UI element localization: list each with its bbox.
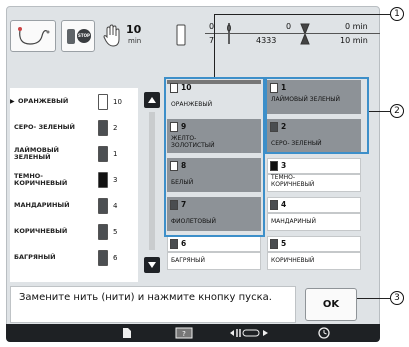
spool-icon bbox=[98, 94, 108, 110]
callout-number-2: 2 bbox=[390, 104, 404, 118]
spool-icon bbox=[98, 250, 108, 266]
current-thread-marker-icon: ▶ bbox=[10, 98, 15, 105]
width-icon[interactable] bbox=[229, 327, 269, 339]
clock-icon[interactable] bbox=[317, 327, 331, 339]
scroll-down-button[interactable] bbox=[144, 257, 160, 273]
color-name: ТЕМНО- КОРИЧНЕВЫЙ bbox=[271, 174, 315, 188]
color-name: МАНДАРИНЫЙ bbox=[271, 218, 316, 225]
color-cell[interactable]: 5 КОРИЧНЕВЫЙ bbox=[267, 236, 361, 270]
list-item-number: 5 bbox=[113, 228, 118, 236]
swatch-icon bbox=[270, 200, 278, 210]
toolbar-divider bbox=[205, 33, 380, 34]
hand-icon bbox=[103, 24, 120, 47]
color-number: 6 bbox=[181, 239, 187, 248]
spool-icon bbox=[98, 146, 108, 162]
color-cell[interactable]: 6 БАГРЯНЫЙ bbox=[167, 236, 261, 270]
list-item-number: 1 bbox=[113, 150, 118, 158]
needle-icon bbox=[227, 23, 231, 44]
spool-icon bbox=[98, 120, 108, 136]
stop-button[interactable]: STOP bbox=[61, 20, 95, 52]
callout-leader bbox=[369, 111, 390, 112]
color-name: БАГРЯНЫЙ bbox=[171, 257, 205, 264]
swatch-icon bbox=[170, 239, 178, 249]
stitch-total: 4333 bbox=[256, 36, 277, 45]
list-item-number: 10 bbox=[113, 98, 122, 106]
pattern-icon[interactable]: ? bbox=[175, 327, 193, 339]
list-item-number: 3 bbox=[113, 176, 118, 184]
scroll-up-icon bbox=[148, 97, 156, 103]
svg-text:?: ? bbox=[182, 330, 186, 338]
color-cell[interactable]: 4 МАНДАРИНЫЙ bbox=[267, 197, 361, 231]
scroll-down-icon bbox=[148, 262, 156, 268]
list-item-name: ЛАЙМОВЫЙ ЗЕЛЕНЫЙ bbox=[14, 146, 59, 161]
thread-path-button[interactable] bbox=[10, 20, 56, 52]
time-current: 0 min bbox=[345, 22, 368, 31]
color-name: КОРИЧНЕВЫЙ bbox=[271, 257, 315, 264]
spool-icon bbox=[98, 224, 108, 240]
list-item[interactable]: МАНДАРИНЫЙ 4 bbox=[10, 194, 138, 218]
list-item-name: БАГРЯНЫЙ bbox=[14, 253, 56, 261]
color-number: 3 bbox=[281, 161, 287, 170]
color-number: 4 bbox=[281, 200, 287, 209]
thread-path-icon bbox=[18, 27, 50, 45]
page-icon[interactable] bbox=[122, 327, 132, 339]
scroll-up-button[interactable] bbox=[144, 92, 160, 108]
list-item-name: ТЕМНО- КОРИЧНЕВЫЙ bbox=[14, 172, 68, 187]
list-item-name: ОРАНЖЕВЫЙ bbox=[18, 97, 69, 105]
color-number: 5 bbox=[281, 239, 287, 248]
list-item-number: 2 bbox=[113, 124, 118, 132]
spool-icon bbox=[67, 29, 75, 44]
callout-box-2 bbox=[265, 77, 369, 154]
callout-number-3: 3 bbox=[390, 291, 404, 305]
list-item-name: МАНДАРИНЫЙ bbox=[14, 201, 70, 209]
bottom-bar: ? bbox=[6, 324, 380, 342]
stop-icon: STOP bbox=[77, 29, 91, 43]
list-item[interactable]: ▶ ОРАНЖЕВЫЙ 10 bbox=[10, 90, 138, 114]
list-item-number: 4 bbox=[113, 202, 118, 210]
list-item[interactable]: СЕРО- ЗЕЛЕНЫЙ 2 bbox=[10, 116, 138, 140]
list-item[interactable]: БАГРЯНЫЙ 6 bbox=[10, 246, 138, 270]
message-box: Замените нить (нити) и нажмите кнопку пу… bbox=[10, 286, 296, 323]
stitch-unit: min bbox=[128, 37, 142, 45]
ok-button[interactable]: OK bbox=[305, 288, 357, 321]
color-cell[interactable]: 3 ТЕМНО- КОРИЧНЕВЫЙ bbox=[267, 158, 361, 192]
thread-spool-icon bbox=[176, 24, 186, 46]
time-total: 10 min bbox=[340, 36, 368, 45]
scrollbar-track[interactable] bbox=[149, 112, 155, 250]
list-item[interactable]: КОРИЧНЕВЫЙ 5 bbox=[10, 220, 138, 244]
list-item[interactable]: ЛАЙМОВЫЙ ЗЕЛЕНЫЙ 1 bbox=[10, 142, 138, 166]
callout-leader bbox=[357, 298, 390, 299]
spool-icon bbox=[98, 172, 108, 188]
callout-box-1 bbox=[164, 77, 265, 237]
hourglass-icon bbox=[300, 23, 310, 45]
callout-leader bbox=[214, 14, 215, 77]
list-item-name: СЕРО- ЗЕЛЕНЫЙ bbox=[14, 123, 75, 131]
stitch-count: 10 bbox=[126, 23, 142, 36]
thread-order-list: ▶ ОРАНЖЕВЫЙ 10 СЕРО- ЗЕЛЕНЫЙ 2 ЛАЙМОВЫЙ … bbox=[10, 88, 138, 282]
callout-leader bbox=[214, 14, 390, 15]
message-text: Замените нить (нити) и нажмите кнопку пу… bbox=[19, 292, 272, 303]
swatch-icon bbox=[270, 239, 278, 249]
screen: STOP 10 min 0 7 0 4333 0 min 10 min ▶ ОР… bbox=[0, 0, 409, 347]
spool-icon bbox=[98, 198, 108, 214]
list-item-number: 6 bbox=[113, 254, 118, 262]
swatch-icon bbox=[270, 161, 278, 171]
stitch-current: 0 bbox=[286, 22, 292, 31]
callout-number-1: 1 bbox=[390, 7, 404, 21]
list-item[interactable]: ТЕМНО- КОРИЧНЕВЫЙ 3 bbox=[10, 168, 138, 192]
list-item-name: КОРИЧНЕВЫЙ bbox=[14, 227, 68, 235]
